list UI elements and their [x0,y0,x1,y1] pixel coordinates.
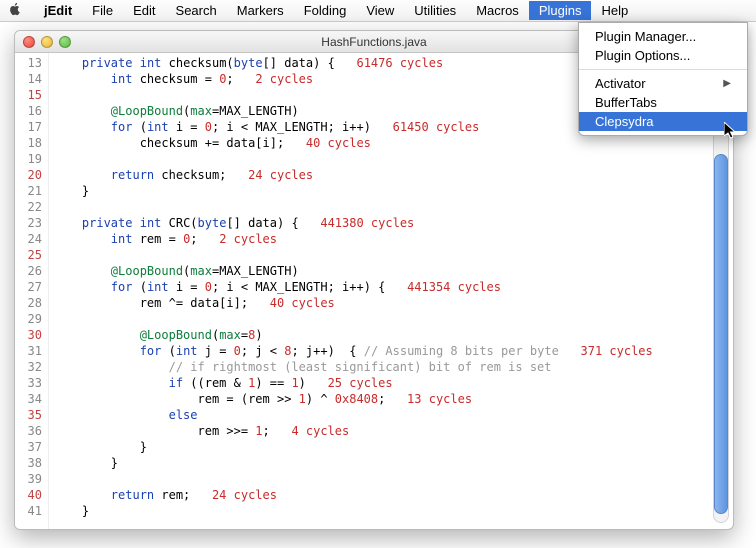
line-number[interactable]: 40 [15,487,42,503]
menu-markers[interactable]: Markers [227,1,294,20]
line-number[interactable]: 24 [15,231,42,247]
menu-utilities[interactable]: Utilities [404,1,466,20]
menu-item-clepsydra[interactable]: Clepsydra [579,112,747,131]
code-line[interactable]: } [53,455,733,471]
line-number[interactable]: 41 [15,503,42,519]
line-number[interactable]: 23 [15,215,42,231]
code-line[interactable]: rem >>= 1; 4 cycles [53,423,733,439]
code-line[interactable]: return rem; 24 cycles [53,487,733,503]
code-line[interactable]: return checksum; 24 cycles [53,167,733,183]
code-line[interactable]: else [53,407,733,423]
menu-item-activator[interactable]: Activator▶ [579,74,747,93]
line-number[interactable]: 20 [15,167,42,183]
line-number[interactable]: 39 [15,471,42,487]
code-line[interactable]: int rem = 0; 2 cycles [53,231,733,247]
code-line[interactable]: @LoopBound(max=8) [53,327,733,343]
code-line[interactable]: private int CRC(byte[] data) { 441380 cy… [53,215,733,231]
menu-item-buffertabs[interactable]: BufferTabs [579,93,747,112]
menubar: jEditFileEditSearchMarkersFoldingViewUti… [0,0,756,22]
code-line[interactable] [53,199,733,215]
line-number[interactable]: 28 [15,295,42,311]
code-line[interactable] [53,471,733,487]
menu-file[interactable]: File [82,1,123,20]
line-number[interactable]: 18 [15,135,42,151]
line-number[interactable]: 30 [15,327,42,343]
menu-edit[interactable]: Edit [123,1,165,20]
code-line[interactable] [53,311,733,327]
line-number[interactable]: 36 [15,423,42,439]
line-number[interactable]: 38 [15,455,42,471]
code-line[interactable]: for (int i = 0; i < MAX_LENGTH; i++) { 4… [53,279,733,295]
code-line[interactable]: // if rightmost (least significant) bit … [53,359,733,375]
line-number[interactable]: 13 [15,55,42,71]
line-number[interactable]: 33 [15,375,42,391]
menu-macros[interactable]: Macros [466,1,529,20]
menu-plugins[interactable]: Plugins [529,1,592,20]
vertical-scrollbar[interactable] [713,83,729,523]
code-line[interactable]: rem ^= data[i]; 40 cycles [53,295,733,311]
submenu-arrow-icon: ▶ [723,78,731,89]
code-line[interactable]: checksum += data[i]; 40 cycles [53,135,733,151]
line-number[interactable]: 37 [15,439,42,455]
line-number[interactable]: 15 [15,87,42,103]
line-number[interactable]: 25 [15,247,42,263]
line-number-gutter[interactable]: 1314151617181920212223242526272829303132… [15,53,49,529]
menu-view[interactable]: View [356,1,404,20]
line-number[interactable]: 21 [15,183,42,199]
line-number[interactable]: 35 [15,407,42,423]
code-line[interactable]: rem = (rem >> 1) ^ 0x8408; 13 cycles [53,391,733,407]
code-line[interactable]: } [53,439,733,455]
apple-logo-icon [8,2,24,19]
line-number[interactable]: 26 [15,263,42,279]
line-number[interactable]: 29 [15,311,42,327]
mouse-cursor-icon [724,122,738,140]
line-number[interactable]: 16 [15,103,42,119]
code-line[interactable]: for (int j = 0; j < 8; j++) { // Assumin… [53,343,733,359]
line-number[interactable]: 27 [15,279,42,295]
code-line[interactable]: @LoopBound(max=MAX_LENGTH) [53,263,733,279]
line-number[interactable]: 34 [15,391,42,407]
code-line[interactable]: } [53,183,733,199]
line-number[interactable]: 32 [15,359,42,375]
menu-item-plugin-manager[interactable]: Plugin Manager... [579,27,747,46]
line-number[interactable]: 22 [15,199,42,215]
line-number[interactable]: 17 [15,119,42,135]
code-line[interactable] [53,151,733,167]
menu-folding[interactable]: Folding [294,1,357,20]
menu-item-plugin-options[interactable]: Plugin Options... [579,46,747,65]
scrollbar-thumb[interactable] [714,154,728,514]
line-number[interactable]: 14 [15,71,42,87]
plugins-menu-dropdown: Plugin Manager...Plugin Options... Activa… [578,22,748,136]
code-line[interactable]: } [53,503,733,519]
menu-help[interactable]: Help [591,1,638,20]
code-line[interactable] [53,247,733,263]
line-number[interactable]: 31 [15,343,42,359]
line-number[interactable]: 19 [15,151,42,167]
menu-search[interactable]: Search [166,1,227,20]
menu-app[interactable]: jEdit [34,1,82,20]
menu-separator [579,69,747,70]
code-line[interactable]: if ((rem & 1) == 1) 25 cycles [53,375,733,391]
